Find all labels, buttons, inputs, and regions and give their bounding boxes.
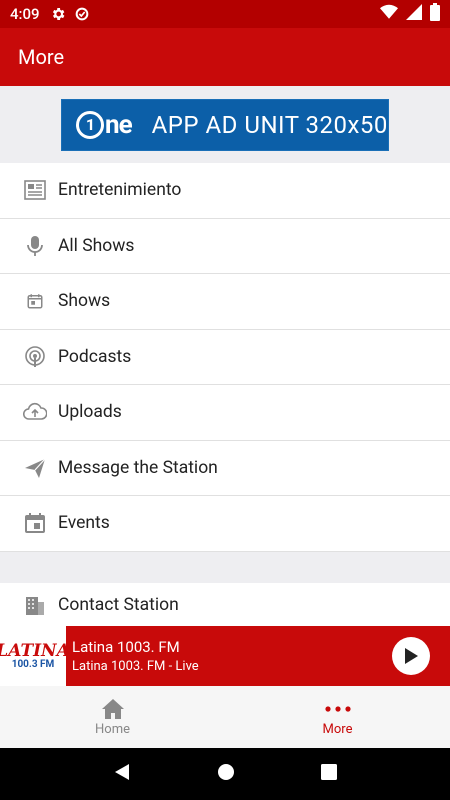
nav-home-label: Home	[95, 721, 130, 737]
ad-logo-digit: 1	[76, 110, 104, 139]
menu-item-shows[interactable]: Shows	[0, 274, 450, 330]
app-bar: More	[0, 28, 450, 86]
ad-logo-text: ne	[105, 109, 133, 140]
menu-item-events[interactable]: Events	[0, 496, 450, 552]
menu-item-label: All Shows	[58, 235, 135, 256]
cloud-upload-icon	[22, 399, 48, 425]
calendar-icon	[22, 510, 48, 536]
nav-more-label: More	[322, 721, 353, 737]
menu-item-contact-station[interactable]: Contact Station	[0, 583, 450, 627]
player-subtitle: Latina 1003. FM - Live	[72, 659, 199, 674]
menu-item-label: Podcasts	[58, 346, 132, 367]
settings-gear-icon	[50, 6, 66, 22]
player-info: Latina 1003. FM Latina 1003. FM - Live	[72, 638, 199, 674]
nav-more[interactable]: More	[225, 686, 450, 748]
menu-item-all-shows[interactable]: All Shows	[0, 218, 450, 274]
player-title: Latina 1003. FM	[72, 638, 180, 656]
podcast-icon	[22, 344, 48, 370]
menu-item-uploads[interactable]: Uploads	[0, 385, 450, 441]
menu-item-label: Uploads	[58, 402, 122, 423]
battery-icon	[430, 3, 440, 25]
back-button[interactable]	[113, 763, 131, 785]
ad-banner[interactable]: 1 ne APP AD UNIT 320x50	[61, 98, 389, 151]
page-title: More	[18, 45, 65, 69]
recents-button[interactable]	[321, 764, 337, 784]
menu-item-label: Entretenimiento	[58, 180, 182, 201]
signal-icon	[406, 4, 422, 24]
home-circle-icon	[218, 764, 234, 780]
ad-area: 1 ne APP AD UNIT 320x50	[0, 86, 450, 163]
now-playing-bar[interactable]: LATINA 100.3 FM Latina 1003. FM Latina 1…	[0, 626, 450, 686]
ad-text: APP AD UNIT 320x50	[151, 110, 388, 139]
recents-square-icon	[321, 764, 337, 780]
status-bar: 4:09	[0, 0, 450, 28]
menu-item-label: Contact Station	[58, 595, 179, 615]
calendar-small-icon	[22, 288, 48, 314]
menu-list: Entretenimiento All Shows Shows Podcasts…	[0, 163, 450, 584]
home-icon	[101, 698, 124, 719]
menu-item-label: Shows	[58, 291, 111, 312]
menu-item-label: Message the Station	[58, 457, 218, 478]
system-nav-bar	[0, 748, 450, 800]
section-divider	[0, 551, 450, 584]
more-dots-icon	[324, 705, 351, 712]
station-logo: LATINA 100.3 FM	[0, 626, 70, 686]
ad-logo: 1 ne	[76, 109, 133, 140]
station-logo-line1: LATINA	[0, 640, 70, 661]
newspaper-icon	[22, 177, 48, 203]
nav-home[interactable]: Home	[0, 686, 225, 748]
menu-item-podcasts[interactable]: Podcasts	[0, 329, 450, 385]
play-icon	[405, 648, 418, 664]
microphone-icon	[22, 233, 48, 259]
station-logo-line2: 100.3 FM	[11, 658, 55, 670]
bottom-nav: Home More	[0, 686, 450, 748]
menu-item-message-the-station[interactable]: Message the Station	[0, 440, 450, 496]
building-icon	[22, 592, 48, 618]
status-time: 4:09	[10, 5, 40, 23]
wifi-icon	[380, 4, 398, 24]
home-system-button[interactable]	[217, 763, 235, 785]
back-triangle-icon	[115, 764, 129, 780]
play-button[interactable]	[392, 637, 430, 675]
send-icon	[22, 455, 48, 481]
menu-item-entretenimiento[interactable]: Entretenimiento	[0, 163, 450, 219]
data-saver-icon	[74, 6, 90, 22]
menu-item-label: Events	[58, 513, 110, 534]
